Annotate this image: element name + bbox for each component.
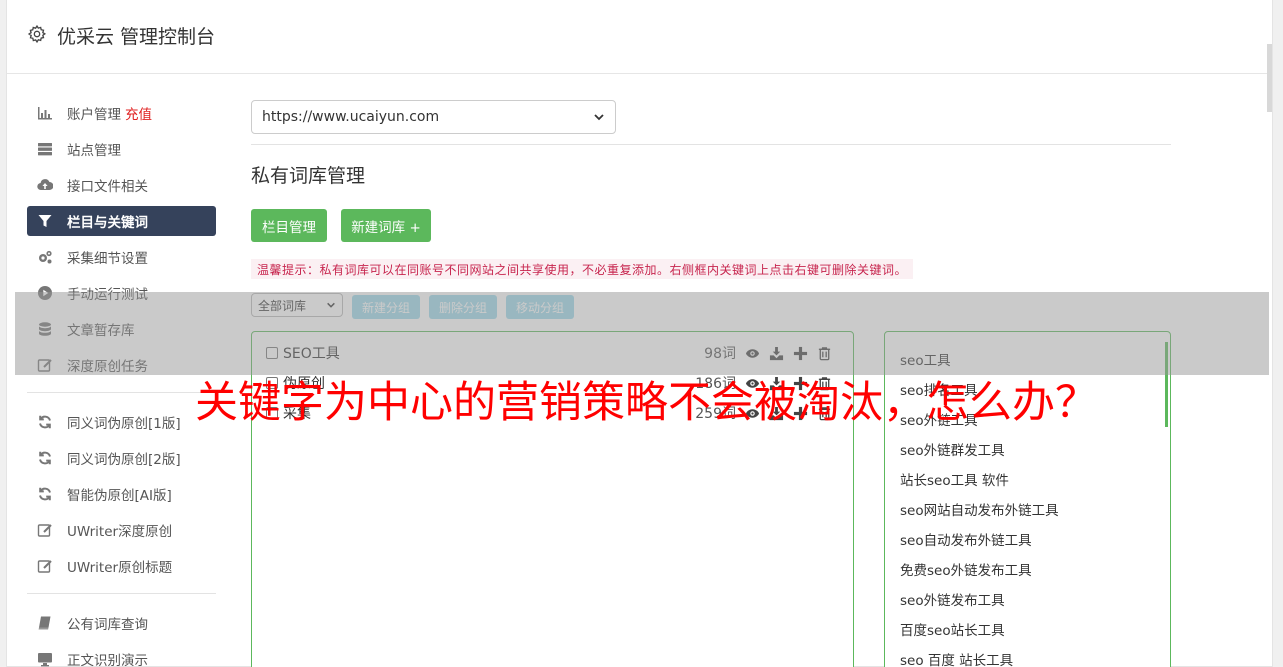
cogs-icon (37, 249, 53, 265)
sidebar-item-label: 正文识别演示 (67, 653, 148, 667)
sidebar-item-label: 账户管理 (67, 107, 121, 123)
sidebar-item-text-recognition[interactable]: 正文识别演示 (27, 644, 216, 667)
divider (251, 144, 1171, 145)
app-title: 优采云 管理控制台 (57, 26, 216, 48)
book-icon (37, 615, 53, 631)
sidebar-item-uwriter-title[interactable]: UWriter原创标题 (27, 551, 216, 581)
sidebar-item-label: 同义词伪原创[1版] (67, 416, 181, 432)
refresh-icon (37, 486, 53, 502)
keyword-item[interactable]: seo外链发布工具 (900, 589, 1005, 609)
gear-icon (27, 24, 47, 44)
sidebar-divider (27, 392, 216, 393)
top-bar: 优采云 管理控制台 (7, 0, 1272, 74)
refresh-icon (37, 450, 53, 466)
sidebar-item-synonym-v1[interactable]: 同义词伪原创[1版] (27, 407, 216, 437)
sidebar-item-label: 公有词库查询 (67, 617, 148, 633)
monitor-icon (37, 651, 53, 667)
sidebar-divider (27, 593, 216, 594)
overlay-headline: 关键字为中心的营销策略不会被淘汰，怎么办？ (195, 378, 1098, 428)
sidebar-item-collect-settings[interactable]: 采集细节设置 (27, 242, 216, 272)
site-select[interactable]: https://www.ucaiyun.com (251, 100, 616, 134)
recharge-link[interactable]: 充值 (125, 103, 152, 123)
edit-icon (37, 522, 53, 538)
chevron-down-icon (594, 114, 604, 121)
sidebar-item-label: 站点管理 (67, 143, 121, 159)
site-select-value: https://www.ucaiyun.com (262, 109, 440, 125)
sidebar-item-label: 接口文件相关 (67, 179, 148, 195)
columns-manage-button[interactable]: 栏目管理 (251, 209, 327, 242)
edit-icon (37, 558, 53, 574)
new-lexicon-button[interactable]: 新建词库 + (341, 209, 431, 242)
overlay-band (15, 292, 1269, 375)
bar-chart-icon (37, 105, 53, 121)
keyword-item[interactable]: 免费seo外链发布工具 (900, 559, 1032, 579)
sidebar-item-synonym-v2[interactable]: 同义词伪原创[2版] (27, 443, 216, 473)
sidebar-item-label: 采集细节设置 (67, 251, 148, 267)
refresh-icon (37, 414, 53, 430)
sidebar-item-public-lexicon[interactable]: 公有词库查询 (27, 608, 216, 638)
sidebar-item-sites[interactable]: 站点管理 (27, 134, 216, 164)
keyword-item[interactable]: seo 百度 站长工具 (900, 649, 1013, 667)
sidebar-item-interface[interactable]: 接口文件相关 (27, 170, 216, 200)
sidebar-item-ai-original[interactable]: 智能伪原创[AI版] (27, 479, 216, 509)
cloud-upload-icon (37, 177, 53, 193)
sidebar-item-uwriter-deep[interactable]: UWriter深度原创 (27, 515, 216, 545)
sidebar-item-label: UWriter深度原创 (67, 524, 173, 540)
keyword-item[interactable]: seo自动发布外链工具 (900, 529, 1032, 549)
keyword-item[interactable]: seo外链群发工具 (900, 439, 1005, 459)
sidebar-item-label: 栏目与关键词 (67, 215, 148, 231)
sidebar-item-account[interactable]: 账户管理 充值 (27, 98, 216, 128)
sidebar-item-columns-keywords[interactable]: 栏目与关键词 (27, 206, 216, 236)
sidebar-item-label: 同义词伪原创[2版] (67, 452, 181, 468)
keyword-item[interactable]: 百度seo站长工具 (900, 619, 1005, 639)
scrollbar-thumb[interactable] (1267, 44, 1272, 112)
tip-notice: 温馨提示：私有词库可以在同账号不同网站之间共享使用，不必重复添加。右侧框内关键词… (251, 259, 914, 279)
sidebar-item-label: 智能伪原创[AI版] (67, 488, 172, 504)
server-list-icon (37, 141, 53, 157)
filter-icon (37, 213, 53, 229)
keyword-item[interactable]: 站长seo工具 软件 (900, 469, 1009, 489)
keyword-item[interactable]: seo网站自动发布外链工具 (900, 499, 1059, 519)
sidebar-item-label: UWriter原创标题 (67, 560, 173, 576)
page-title: 私有词库管理 (251, 165, 366, 187)
